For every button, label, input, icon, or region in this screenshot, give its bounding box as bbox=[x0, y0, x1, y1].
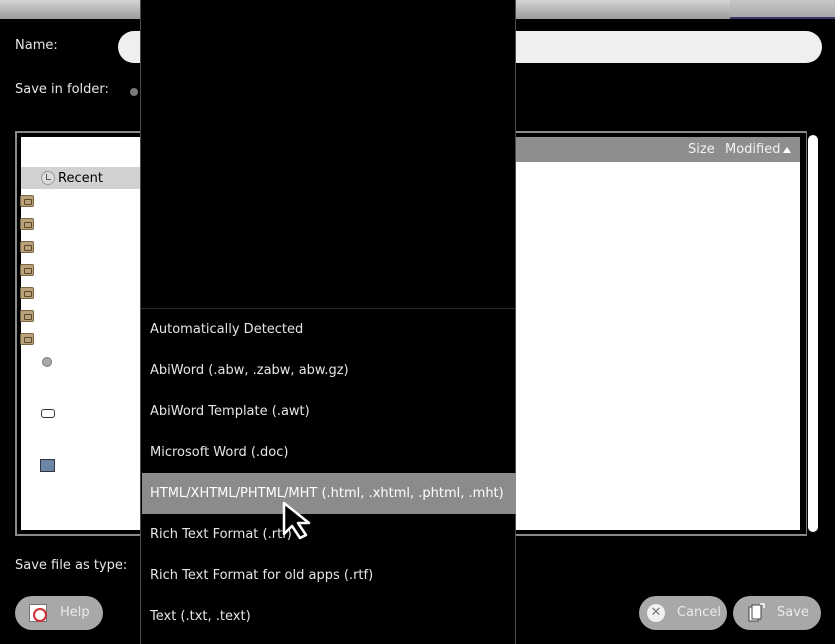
home-folder-icon[interactable] bbox=[20, 195, 34, 207]
menu-item-msword[interactable]: Microsoft Word (.doc) bbox=[142, 432, 516, 473]
name-label: Name: bbox=[15, 38, 58, 53]
places-sidebar: Recent bbox=[21, 137, 141, 530]
file-list-header: Size Modified bbox=[516, 137, 800, 162]
menu-item-label: Automatically Detected bbox=[150, 322, 304, 337]
folder-combo-icon[interactable] bbox=[130, 88, 138, 96]
menu-item-abiword[interactable]: AbiWord (.abw, .zabw, abw.gz) bbox=[142, 350, 516, 391]
column-header-size[interactable]: Size bbox=[688, 142, 715, 157]
menu-item-label: AbiWord Template (.awt) bbox=[150, 404, 310, 419]
file-type-label: Save file as type: bbox=[15, 558, 128, 573]
file-list[interactable]: Size Modified bbox=[516, 137, 800, 530]
places-item-recent[interactable]: Recent bbox=[21, 167, 141, 189]
column-header-modified[interactable]: Modified bbox=[725, 142, 780, 157]
menu-item-label: HTML/XHTML/PHTML/MHT (.html, .xhtml, .ph… bbox=[150, 486, 504, 501]
menu-item-label: Rich Text Format (.rtf) bbox=[150, 527, 292, 542]
save-button[interactable]: Save bbox=[733, 596, 821, 630]
cancel-button-label: Cancel bbox=[677, 605, 722, 620]
menu-item-text[interactable]: Text (.txt, .text) bbox=[142, 596, 516, 637]
save-icon bbox=[748, 603, 765, 622]
videos-folder-icon[interactable] bbox=[20, 333, 34, 345]
menu-item-rtf-old[interactable]: Rich Text Format for old apps (.rtf) bbox=[142, 555, 516, 596]
save-in-folder-label: Save in folder: bbox=[15, 82, 109, 97]
network-icon[interactable] bbox=[40, 459, 55, 472]
downloads-folder-icon[interactable] bbox=[20, 264, 34, 276]
file-type-dropdown: Automatically Detected AbiWord (.abw, .z… bbox=[140, 0, 516, 644]
drive-icon[interactable] bbox=[41, 409, 55, 418]
menu-item-label: Microsoft Word (.doc) bbox=[150, 445, 289, 460]
menu-item-label: Text (.txt, .text) bbox=[150, 609, 251, 624]
music-folder-icon[interactable] bbox=[20, 287, 34, 299]
window-titlebar-accent bbox=[730, 0, 835, 19]
cancel-button[interactable]: ✕ Cancel bbox=[639, 596, 727, 630]
help-icon bbox=[29, 604, 47, 622]
filesystem-icon[interactable] bbox=[42, 357, 52, 367]
menu-item-label: Rich Text Format for old apps (.rtf) bbox=[150, 568, 374, 583]
pictures-folder-icon[interactable] bbox=[20, 310, 34, 322]
menu-item-rtf[interactable]: Rich Text Format (.rtf) bbox=[142, 514, 516, 555]
help-button[interactable]: Help bbox=[15, 596, 103, 630]
recent-icon bbox=[41, 171, 55, 185]
save-button-label: Save bbox=[777, 605, 809, 620]
mouse-pointer-icon bbox=[282, 501, 311, 540]
menu-item-html[interactable]: HTML/XHTML/PHTML/MHT (.html, .xhtml, .ph… bbox=[142, 473, 516, 514]
scrollbar-thumb[interactable] bbox=[808, 135, 818, 532]
places-item-label: Recent bbox=[58, 171, 103, 186]
documents-folder-icon[interactable] bbox=[20, 241, 34, 253]
desktop-folder-icon[interactable] bbox=[20, 218, 34, 230]
help-button-label: Help bbox=[60, 605, 90, 620]
cancel-icon: ✕ bbox=[647, 604, 665, 622]
menu-item-label: AbiWord (.abw, .zabw, abw.gz) bbox=[150, 363, 349, 378]
sort-ascending-icon bbox=[783, 147, 791, 153]
menu-item-auto-detected[interactable]: Automatically Detected bbox=[142, 309, 516, 350]
menu-item-abiword-template[interactable]: AbiWord Template (.awt) bbox=[142, 391, 516, 432]
